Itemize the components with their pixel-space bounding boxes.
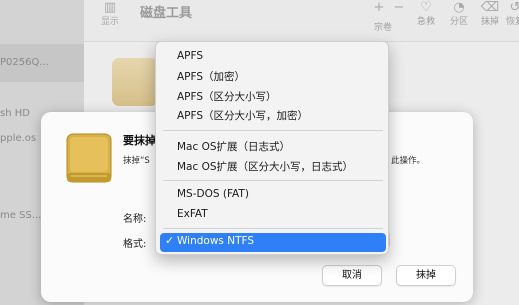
menu-item-macos-case-sensitive-journaled[interactable]: Mac OS扩展（区分大小写，日志式）	[177, 159, 353, 174]
name-label: 名称:	[123, 214, 147, 225]
menu-item-apfs-case-sensitive[interactable]: APFS（区分大小写）	[177, 89, 277, 104]
toolbar: ▥ 显示 磁盘工具 + − 宗卷 ♡ 急救 ◔ 分区 ⌫ 抹掉 ↺ 恢复	[84, 0, 519, 42]
menu-separator	[163, 228, 383, 229]
partition-button[interactable]: ◔ 分区	[444, 0, 474, 27]
menu-item-windows-ntfs[interactable]: ✓ Windows NTFS	[160, 233, 386, 252]
restore-button[interactable]: ↺ 恢复	[500, 0, 519, 27]
sidebar-item-os[interactable]: pple.os	[0, 133, 36, 144]
restore-icon: ↺	[509, 0, 519, 15]
partition-label: 分区	[449, 17, 468, 27]
remove-button[interactable]: −	[384, 0, 414, 15]
dialog-description-end: 此操作。	[391, 156, 426, 166]
cancel-button[interactable]: 取消	[322, 265, 382, 286]
dialog-description-start: 抹掉“S	[123, 156, 150, 166]
menu-item-apfs-case-sensitive-encrypted[interactable]: APFS（区分大小写，加密）	[177, 108, 308, 123]
minus-icon: −	[393, 0, 405, 15]
menu-item-apfs[interactable]: APFS	[177, 50, 203, 62]
sidebar-item-ssd[interactable]: me SS...	[0, 210, 41, 221]
menu-separator	[163, 180, 383, 181]
first-aid-label: 急救	[416, 17, 435, 27]
first-aid-button[interactable]: ♡ 急救	[411, 0, 441, 27]
app-title: 磁盘工具	[140, 6, 193, 21]
partition-icon: ◔	[453, 0, 465, 15]
menu-item-macos-journaled[interactable]: Mac OS扩展（日志式）	[177, 139, 290, 154]
disk-icon	[66, 133, 112, 183]
view-button[interactable]: ▥ 显示	[98, 0, 122, 27]
menu-item-ms-dos-fat[interactable]: MS-DOS (FAT)	[177, 188, 249, 200]
first-aid-icon: ♡	[420, 0, 432, 15]
format-menu: APFS APFS（加密） APFS（区分大小写） APFS（区分大小写，加密）…	[155, 41, 389, 255]
format-label: 格式:	[123, 239, 147, 250]
restore-label: 恢复	[505, 17, 519, 27]
erase-confirm-button[interactable]: 抹掉	[396, 265, 456, 286]
menu-item-selected-label: Windows NTFS	[177, 235, 254, 247]
menu-item-apfs-encrypted[interactable]: APFS（加密）	[177, 69, 245, 84]
menu-separator	[163, 130, 383, 131]
dialog-title: 要抹掉	[123, 134, 156, 147]
volume-label: 宗卷	[373, 23, 392, 33]
erase-label: 抹掉	[480, 17, 499, 27]
volume-button[interactable]: 宗卷	[368, 20, 398, 33]
sidebar-view-icon: ▥	[103, 0, 117, 15]
sidebar-item-disk[interactable]: P0256Q...	[0, 57, 49, 68]
menu-item-exfat[interactable]: ExFAT	[177, 208, 208, 220]
checkmark-icon: ✓	[165, 234, 175, 247]
disk-icon-background	[112, 58, 158, 106]
sidebar-item-hd[interactable]: sh HD	[0, 108, 30, 119]
view-label: 显示	[100, 17, 119, 27]
